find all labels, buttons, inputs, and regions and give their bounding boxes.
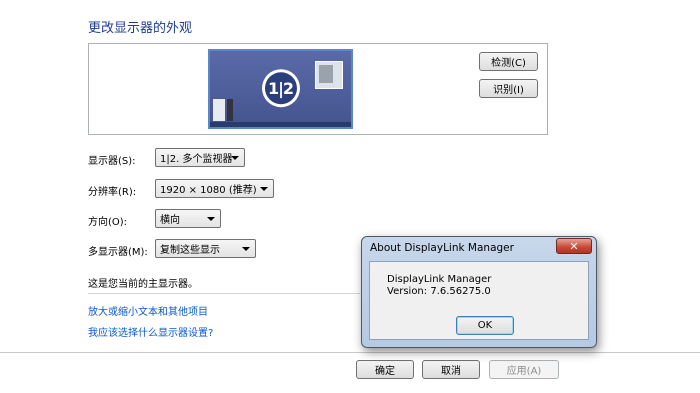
close-icon[interactable]: ✕ [556,238,592,254]
multi-display-select-value: 复制这些显示 [160,245,220,256]
identify-button[interactable]: 识别(I) [479,79,538,98]
orientation-select[interactable]: 横向 [155,209,221,228]
monitor-thumbnail-bar [227,99,233,121]
chevron-down-icon [231,156,239,160]
dialog-ok-button[interactable]: OK [456,316,514,335]
monitor-number-badge: 1|2 [261,69,300,108]
display-select[interactable]: 1|2. 多个监视器 [155,148,245,167]
resolution-select-value: 1920 × 1080 (推荐) [160,185,257,196]
resolution-select[interactable]: 1920 × 1080 (推荐) [155,179,274,198]
chevron-down-icon [207,217,215,221]
detect-button[interactable]: 检测(C) [479,52,538,71]
about-dialog: About DisplayLink Manager ✕ DisplayLink … [361,236,597,348]
monitor-thumbnail-taskbar [210,122,351,127]
display-select-value: 1|2. 多个监视器 [160,154,233,165]
orientation-select-value: 横向 [160,215,180,226]
ok-button[interactable]: 确定 [356,360,414,379]
footer-divider [0,352,700,353]
cancel-button[interactable]: 取消 [422,360,480,379]
monitor-preview[interactable]: 1|2 [208,49,353,129]
monitor-number-label: 1|2 [264,72,297,105]
apply-button[interactable]: 应用(A) [489,360,559,379]
display-settings-help-link[interactable]: 我应该选择什么显示器设置? [88,324,213,339]
display-label: 显示器(S): [88,156,136,167]
dialog-title: About DisplayLink Manager [370,242,514,254]
chevron-down-icon [260,187,268,191]
orientation-label: 方向(O): [88,217,128,228]
resolution-label: 分辨率(R): [88,187,137,198]
dialog-content: DisplayLink Manager Version: 7.6.56275.0… [369,261,589,340]
version-text: Version: 7.6.56275.0 [387,286,491,297]
multi-display-select[interactable]: 复制这些显示 [155,239,256,258]
monitor-thumbnail-menu [213,99,225,121]
monitor-thumbnail-window [315,61,343,89]
page-title: 更改显示器的外观 [88,21,193,36]
chevron-down-icon [242,247,250,251]
main-display-note: 这是您当前的主显示器。 [88,279,198,290]
section-divider [88,293,360,294]
text-size-link[interactable]: 放大或缩小文本和其他项目 [88,303,208,318]
product-name: DisplayLink Manager [387,274,492,285]
multi-display-label: 多显示器(M): [88,247,148,258]
